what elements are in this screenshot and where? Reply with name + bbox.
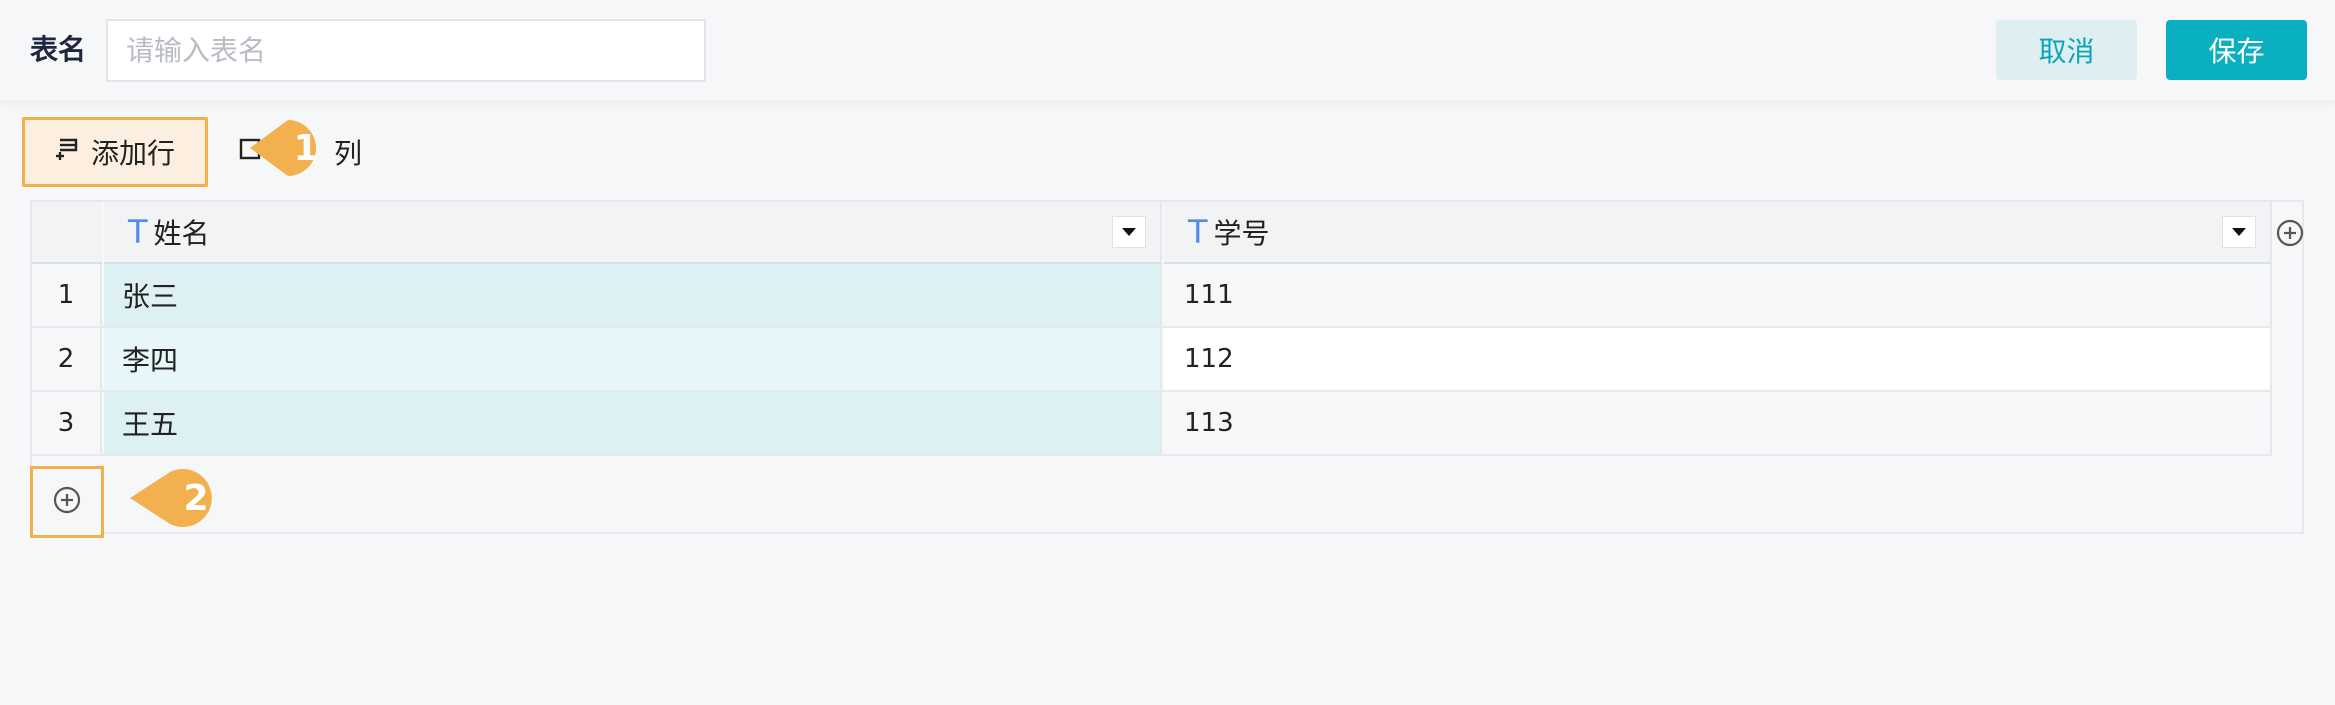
callout-1-number: 1 <box>293 128 318 169</box>
cell-name[interactable]: 张三 <box>104 264 1162 326</box>
row-index: 2 <box>32 328 102 390</box>
add-row-label: 添加行 <box>91 137 176 170</box>
cancel-button[interactable]: 取消 <box>1996 20 2137 80</box>
caret-down-icon[interactable] <box>2222 216 2256 248</box>
text-type-icon: T <box>128 213 148 251</box>
row-index: 1 <box>32 264 102 326</box>
callout-marker-2: 2 <box>128 466 226 530</box>
column-header-label: 学号 <box>1213 217 1270 250</box>
add-row-icon <box>53 135 81 170</box>
top-bar: 表名 取消 保存 <box>0 0 2335 100</box>
data-table: T 姓名 T 学号 1 张三 111 2 李四 112 3 王五 113 <box>30 200 2306 538</box>
add-row-inline-button[interactable] <box>30 466 104 538</box>
callout-marker-1: 1 <box>248 115 338 181</box>
text-type-icon: T <box>1188 213 1208 251</box>
table-row: 3 王五 113 <box>32 392 2272 456</box>
column-header-id[interactable]: T 学号 <box>1164 202 2272 264</box>
cell-id[interactable]: 112 <box>1164 328 2272 390</box>
cell-id[interactable]: 113 <box>1164 392 2272 454</box>
table-name-label: 表名 <box>30 33 87 66</box>
cell-id[interactable]: 111 <box>1164 264 2272 326</box>
save-button[interactable]: 保存 <box>2166 20 2307 80</box>
table-row: 1 张三 111 <box>32 264 2272 328</box>
add-column-cell <box>2274 202 2306 534</box>
add-column-label: 列 <box>334 137 363 170</box>
caret-down-icon[interactable] <box>1112 216 1146 248</box>
callout-2-number: 2 <box>183 478 208 519</box>
table-name-input[interactable] <box>106 19 706 82</box>
add-row-button[interactable]: 添加行 <box>22 117 208 187</box>
plus-circle-icon <box>52 485 82 519</box>
table-row: 2 李四 112 <box>32 328 2272 392</box>
cell-name[interactable]: 王五 <box>104 392 1162 454</box>
plus-circle-icon[interactable] <box>2275 218 2305 534</box>
row-index: 3 <box>32 392 102 454</box>
index-header <box>32 202 102 264</box>
column-header-label: 姓名 <box>153 217 210 250</box>
column-header-name[interactable]: T 姓名 <box>104 202 1162 264</box>
cell-name[interactable]: 李四 <box>104 328 1162 390</box>
